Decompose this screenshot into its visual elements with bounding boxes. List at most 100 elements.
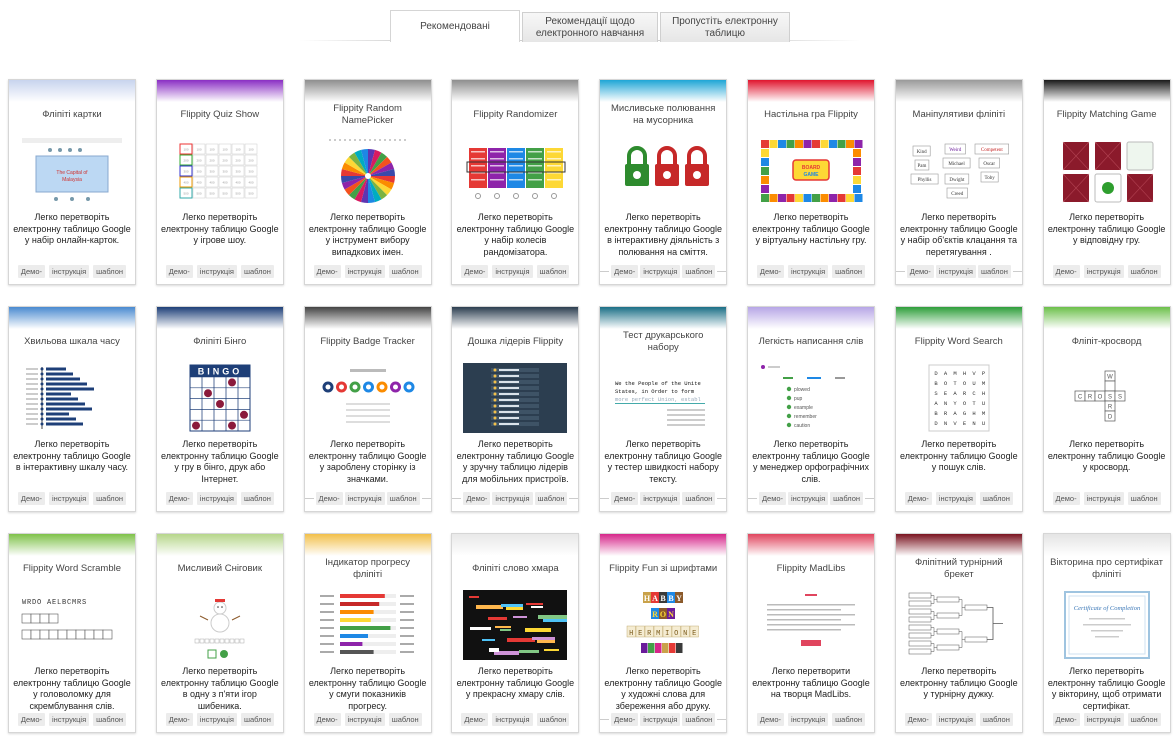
instructions-link[interactable]: інструкція xyxy=(344,492,385,505)
instructions-link[interactable]: інструкція xyxy=(344,265,385,278)
instructions-link[interactable]: інструкція xyxy=(935,265,976,278)
card-title[interactable]: Дошка лідерів Flippity xyxy=(452,329,578,355)
demo-link[interactable]: Демо- xyxy=(904,492,932,505)
template-link[interactable]: шаблон xyxy=(536,713,570,726)
template-card[interactable]: Дошка лідерів Flippity Легко перетворіть… xyxy=(451,306,580,512)
demo-link[interactable]: Демо- xyxy=(463,492,491,505)
demo-link[interactable]: Демо- xyxy=(756,713,784,726)
template-card[interactable]: Індикатор прогресу фліпіті Легко перетво… xyxy=(303,533,432,733)
demo-link[interactable]: Демо- xyxy=(165,713,193,726)
template-link[interactable]: шаблон xyxy=(832,265,866,278)
template-card[interactable]: Фліпіт-кросворд WCROSSRD Легко перетворі… xyxy=(1042,306,1171,512)
instructions-link[interactable]: інструкція xyxy=(492,713,533,726)
template-link[interactable]: шаблон xyxy=(388,265,422,278)
demo-link[interactable]: Демо- xyxy=(165,265,193,278)
template-link[interactable]: шаблон xyxy=(240,713,274,726)
instructions-link[interactable]: інструкція xyxy=(196,492,237,505)
template-card[interactable]: Вікторина про сертифікат фліпіті Certifi… xyxy=(1042,533,1171,733)
card-title[interactable]: Настільна гра Flippity xyxy=(748,102,874,128)
template-link[interactable]: шаблон xyxy=(1127,713,1161,726)
card-title[interactable]: Фліпіті слово хмара xyxy=(452,556,578,582)
instructions-link[interactable]: інструкція xyxy=(788,492,829,505)
template-card[interactable]: Хвильова шкала часу Легко перетворіть ел… xyxy=(8,306,136,512)
demo-link[interactable]: Демо- xyxy=(756,265,784,278)
template-card[interactable]: Фліпіті слово хмара Легко перетворіть ел… xyxy=(451,533,580,733)
template-link[interactable]: шаблон xyxy=(240,265,274,278)
demo-link[interactable]: Демо- xyxy=(1052,713,1080,726)
demo-link[interactable]: Демо- xyxy=(315,492,343,505)
card-title[interactable]: Flippity Badge Tracker xyxy=(305,329,431,355)
card-title[interactable]: Мисливий Сніговик xyxy=(157,556,283,582)
card-title[interactable]: Тест друкарського набору xyxy=(600,329,726,355)
demo-link[interactable]: Демо- xyxy=(906,265,934,278)
demo-link[interactable]: Демо- xyxy=(1052,492,1080,505)
template-link[interactable]: шаблон xyxy=(830,492,864,505)
card-title[interactable]: Фліпітний турнірний брекет xyxy=(896,556,1022,582)
template-link[interactable]: шаблон xyxy=(534,492,568,505)
demo-link[interactable]: Демо- xyxy=(461,265,489,278)
demo-link[interactable]: Демо- xyxy=(611,492,639,505)
template-card[interactable]: Flippity Random NamePicker Легко перетво… xyxy=(303,79,432,285)
card-title[interactable]: Фліпіт-кросворд xyxy=(1044,329,1170,355)
template-card[interactable]: Легкість написання слів plowed pup example… xyxy=(747,306,875,512)
template-card[interactable]: Flippity Randomizer Легко перетворіть ел… xyxy=(451,79,580,285)
card-title[interactable]: Фліпіті Бінго xyxy=(157,329,283,355)
demo-link[interactable]: Демо- xyxy=(165,492,193,505)
template-card[interactable]: Настільна гра Flippity BOARD GAME Легко … xyxy=(747,79,875,285)
instructions-link[interactable]: інструкція xyxy=(935,492,976,505)
instructions-link[interactable]: інструкція xyxy=(49,492,90,505)
card-title[interactable]: Flippity MadLibs xyxy=(748,556,874,582)
template-link[interactable]: шаблон xyxy=(1127,492,1161,505)
template-card[interactable]: Фліпітний турнірний брекет Легко перетво… xyxy=(894,533,1023,733)
instructions-link[interactable]: інструкція xyxy=(1083,265,1124,278)
demo-link[interactable]: Демо- xyxy=(1052,265,1080,278)
template-card[interactable]: Flippity Fun зі шрифтами HABBYRONHERMION… xyxy=(599,533,728,733)
card-title[interactable]: Flippity Word Search xyxy=(896,329,1022,355)
template-link[interactable]: шаблон xyxy=(832,713,866,726)
template-link[interactable]: шаблон xyxy=(682,265,716,278)
template-link[interactable]: шаблон xyxy=(979,492,1013,505)
instructions-link[interactable]: інструкція xyxy=(492,265,533,278)
tab-recommended[interactable]: Рекомендовані xyxy=(390,10,520,42)
instructions-link[interactable]: інструкція xyxy=(49,265,90,278)
demo-link[interactable]: Демо- xyxy=(17,265,45,278)
card-title[interactable]: Flippity Random NamePicker xyxy=(305,102,431,128)
card-title[interactable]: Flippity Matching Game xyxy=(1044,102,1170,128)
card-title[interactable]: Flippity Fun зі шрифтами xyxy=(600,556,726,582)
instructions-link[interactable]: інструкція xyxy=(788,713,829,726)
instructions-link[interactable]: інструкція xyxy=(1083,713,1124,726)
template-link[interactable]: шаблон xyxy=(536,265,570,278)
demo-link[interactable]: Демо- xyxy=(758,492,787,505)
instructions-link[interactable]: інструкція xyxy=(492,492,533,505)
card-title[interactable]: Маніпулятиви фліпіті xyxy=(896,102,1022,128)
template-card[interactable]: Мисливське полювання на мусорника Легко … xyxy=(599,79,728,285)
template-link[interactable]: шаблон xyxy=(93,265,127,278)
card-title[interactable]: Flippity Word Scramble xyxy=(9,556,135,582)
card-title[interactable]: Flippity Quiz Show xyxy=(157,102,283,128)
template-card[interactable]: Тест друкарського набору We the People o… xyxy=(599,306,728,512)
template-card[interactable]: Мисливий Сніговик Легко перетворіть елек… xyxy=(155,533,284,733)
card-title[interactable]: Мисливське полювання на мусорника xyxy=(600,102,726,128)
instructions-link[interactable]: інструкція xyxy=(788,265,829,278)
card-title[interactable]: Індикатор прогресу фліпіті xyxy=(305,556,431,582)
tab-skip-spreadsheet[interactable]: Пропустіть електронну таблицю xyxy=(660,12,790,42)
template-card[interactable]: Фліпіті Бінго BINGO Легко перетворіть ел… xyxy=(155,306,284,512)
instructions-link[interactable]: інструкція xyxy=(640,492,681,505)
template-card[interactable]: Маніпулятиви фліпіті Kind Weird Competen… xyxy=(894,79,1023,285)
template-link[interactable]: шаблон xyxy=(1127,265,1161,278)
demo-link[interactable]: Демо- xyxy=(611,713,639,726)
template-link[interactable]: шаблон xyxy=(682,713,716,726)
template-link[interactable]: шаблон xyxy=(240,492,274,505)
card-title[interactable]: Вікторина про сертифікат фліпіті xyxy=(1044,556,1170,582)
instructions-link[interactable]: інструкція xyxy=(640,713,681,726)
demo-link[interactable]: Демо- xyxy=(904,713,932,726)
instructions-link[interactable]: інструкція xyxy=(196,713,237,726)
demo-link[interactable]: Демо- xyxy=(313,265,341,278)
template-link[interactable]: шаблон xyxy=(977,265,1011,278)
template-link[interactable]: шаблон xyxy=(93,492,127,505)
template-link[interactable]: шаблон xyxy=(979,713,1013,726)
card-title[interactable]: Flippity Randomizer xyxy=(452,102,578,128)
demo-link[interactable]: Демо- xyxy=(313,713,341,726)
template-link[interactable]: шаблон xyxy=(682,492,716,505)
tab-elearning[interactable]: Рекомендації щодо електронного навчання xyxy=(522,12,658,42)
